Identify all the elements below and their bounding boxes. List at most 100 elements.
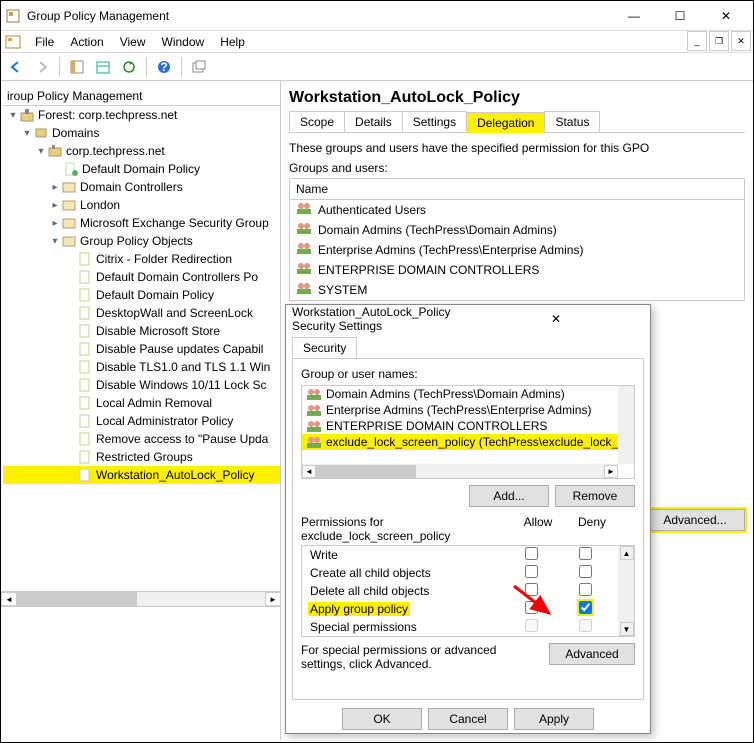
group-row-selected[interactable]: exclude_lock_screen_policy (TechPress\ex…: [302, 434, 634, 450]
tab-settings[interactable]: Settings: [402, 111, 467, 132]
window-minimize-button[interactable]: —: [611, 1, 657, 31]
gpo-icon: [77, 251, 93, 267]
groups-list[interactable]: Name Authenticated Users Domain Admins (…: [289, 178, 745, 301]
tree-gpo-item[interactable]: Default Domain Policy: [3, 286, 280, 304]
tab-scope[interactable]: Scope: [289, 111, 345, 132]
tree-gpo-item[interactable]: Local Administrator Policy: [3, 412, 280, 430]
tree-gpo-item[interactable]: Remove access to "Pause Upda: [3, 430, 280, 448]
menu-file[interactable]: File: [27, 33, 62, 51]
tree-domains[interactable]: ▾ Domains: [3, 124, 280, 142]
menu-action[interactable]: Action: [62, 33, 111, 51]
mdi-restore-button[interactable]: ❐: [709, 31, 729, 51]
list-row[interactable]: Enterprise Admins (TechPress\Enterprise …: [290, 240, 744, 260]
scroll-left-button[interactable]: ◄: [1, 592, 17, 606]
deny-create-checkbox[interactable]: [579, 565, 592, 578]
tab-details[interactable]: Details: [344, 111, 403, 132]
deny-delete-checkbox[interactable]: [579, 583, 592, 596]
tree-gpo-item[interactable]: Disable TLS1.0 and TLS 1.1 Win: [3, 358, 280, 376]
menu-window[interactable]: Window: [154, 33, 213, 51]
allow-delete-checkbox[interactable]: [525, 583, 538, 596]
window-close-button[interactable]: ✕: [703, 1, 749, 31]
perm-row: Delete all child objects: [302, 582, 634, 600]
tree-gpo-item-selected[interactable]: Workstation_AutoLock_Policy: [3, 466, 280, 484]
mdi-minimize-button[interactable]: _: [687, 31, 707, 51]
tree-node[interactable]: Default Domain Policy: [3, 160, 280, 178]
expand-icon[interactable]: ▸: [49, 182, 61, 193]
add-button[interactable]: Add...: [469, 485, 549, 507]
toolbar-show-hide-tree-button[interactable]: [66, 56, 88, 78]
gpo-icon: [77, 413, 93, 429]
group-row[interactable]: Domain Admins (TechPress\Domain Admins): [302, 386, 634, 402]
toolbar-help-button[interactable]: ?: [153, 56, 175, 78]
group-icon: [306, 404, 322, 416]
allow-write-checkbox[interactable]: [525, 547, 538, 560]
tree-node[interactable]: ▸Domain Controllers: [3, 178, 280, 196]
group-list-vertical-scroll[interactable]: [618, 386, 634, 464]
remove-button[interactable]: Remove: [555, 485, 635, 507]
scroll-thumb[interactable]: [17, 592, 137, 606]
tree-node[interactable]: ▸Microsoft Exchange Security Group: [3, 214, 280, 232]
window-titlebar: Group Policy Management — ☐ ✕: [1, 1, 753, 31]
cancel-button[interactable]: Cancel: [428, 708, 508, 730]
group-user-list[interactable]: Domain Admins (TechPress\Domain Admins) …: [301, 385, 635, 479]
perm-vertical-scroll[interactable]: ▲▼: [618, 546, 634, 636]
toolbar-new-window-button[interactable]: [188, 56, 210, 78]
gpo-icon: [77, 449, 93, 465]
tree-gpo-item[interactable]: Local Admin Removal: [3, 394, 280, 412]
tree-gpo-item[interactable]: Restricted Groups: [3, 448, 280, 466]
tree-gpo-item[interactable]: Disable Windows 10/11 Lock Sc: [3, 376, 280, 394]
expand-icon[interactable]: ▾: [21, 128, 33, 139]
list-row[interactable]: Domain Admins (TechPress\Domain Admins): [290, 220, 744, 240]
tree-domain[interactable]: ▾ corp.techpress.net: [3, 142, 280, 160]
expand-icon[interactable]: ▾: [35, 146, 47, 157]
toolbar-forward-button[interactable]: [31, 56, 53, 78]
group-list-horizontal-scroll[interactable]: ◄►: [302, 464, 618, 478]
window-maximize-button[interactable]: ☐: [657, 1, 703, 31]
tree-gpo-item[interactable]: Disable Pause updates Capabil: [3, 340, 280, 358]
dialog-tab-security[interactable]: Security: [292, 337, 357, 358]
scroll-right-button[interactable]: ►: [265, 592, 281, 606]
expand-icon[interactable]: ▸: [49, 200, 61, 211]
list-header-name[interactable]: Name: [290, 179, 744, 200]
advanced-button[interactable]: Advanced...: [645, 509, 745, 531]
toolbar-refresh-button[interactable]: [118, 56, 140, 78]
ok-button[interactable]: OK: [342, 708, 422, 730]
apply-button[interactable]: Apply: [514, 708, 594, 730]
list-row[interactable]: Authenticated Users: [290, 200, 744, 220]
tree-node[interactable]: ▸London: [3, 196, 280, 214]
mdi-close-button[interactable]: ✕: [731, 31, 751, 51]
dialog-close-button[interactable]: ✕: [468, 312, 644, 326]
folder-icon: [61, 233, 77, 249]
toolbar-back-button[interactable]: [5, 56, 27, 78]
group-row[interactable]: Enterprise Admins (TechPress\Enterprise …: [302, 402, 634, 418]
expand-icon[interactable]: ▾: [49, 236, 61, 247]
allow-create-checkbox[interactable]: [525, 565, 538, 578]
tree-gpo-item[interactable]: Citrix - Folder Redirection: [3, 250, 280, 268]
toolbar: ?: [1, 53, 753, 81]
dialog-advanced-button[interactable]: Advanced: [549, 643, 635, 665]
tree-horizontal-scrollbar[interactable]: ◄ ►: [1, 591, 281, 607]
group-icon: [296, 202, 312, 218]
toolbar-folders-button[interactable]: [92, 56, 114, 78]
menu-view[interactable]: View: [112, 33, 154, 51]
tree-gpo-item[interactable]: Disable Microsoft Store: [3, 322, 280, 340]
deny-apply-group-policy-checkbox[interactable]: [579, 601, 592, 614]
tab-delegation[interactable]: Delegation: [466, 112, 545, 133]
tree-gpo-container[interactable]: ▾Group Policy Objects: [3, 232, 280, 250]
expand-icon[interactable]: ▾: [7, 110, 19, 121]
tree-forest[interactable]: ▾ Forest: corp.techpress.net: [3, 106, 280, 124]
perm-row: Special permissions: [302, 618, 634, 636]
tree-gpo-item[interactable]: Default Domain Controllers Po: [3, 268, 280, 286]
list-row[interactable]: SYSTEM: [290, 280, 744, 300]
group-row[interactable]: ENTERPRISE DOMAIN CONTROLLERS: [302, 418, 634, 434]
list-row[interactable]: ENTERPRISE DOMAIN CONTROLLERS: [290, 260, 744, 280]
allow-apply-group-policy-checkbox[interactable]: [525, 601, 538, 614]
expand-icon[interactable]: ▸: [49, 218, 61, 229]
menu-help[interactable]: Help: [212, 33, 253, 51]
ou-icon: [61, 179, 77, 195]
tree-gpo-item[interactable]: DesktopWall and ScreenLock: [3, 304, 280, 322]
tab-status[interactable]: Status: [544, 111, 600, 132]
gpo-icon: [77, 323, 93, 339]
perm-row: Create all child objects: [302, 564, 634, 582]
deny-write-checkbox[interactable]: [579, 547, 592, 560]
